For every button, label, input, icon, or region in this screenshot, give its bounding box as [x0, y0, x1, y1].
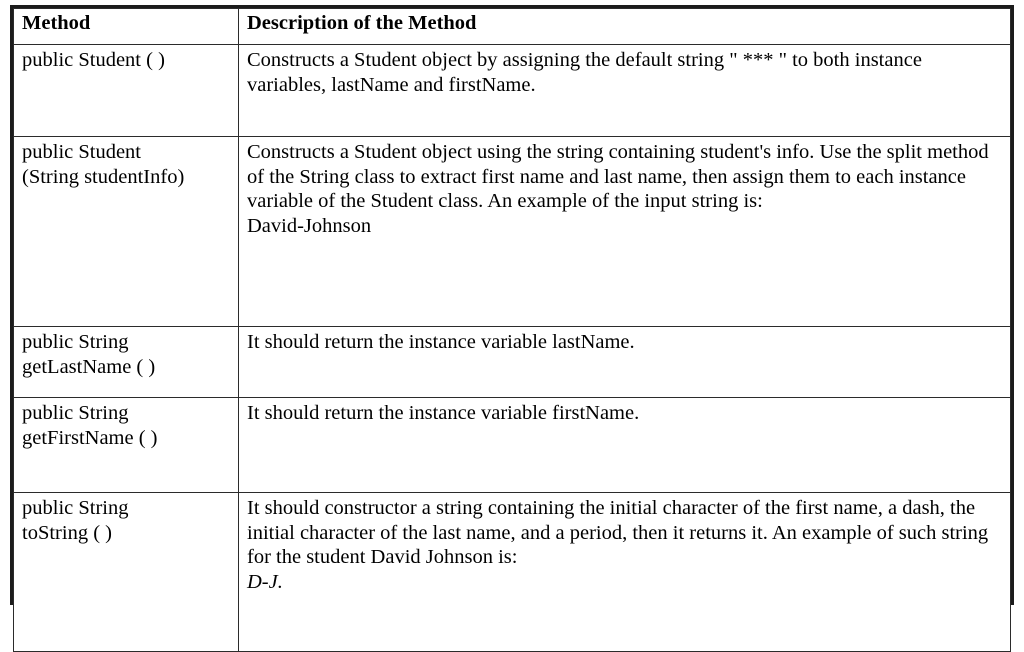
table-row: public Student ( ) Constructs a Student …	[13, 44, 1011, 137]
method-description-cell: Constructs a Student object by assigning…	[238, 44, 1011, 137]
method-signature-cell: public Student (String studentInfo)	[13, 136, 239, 327]
method-signature-cell: public String getLastName ( )	[13, 326, 239, 398]
column-header-description: Description of the Method	[238, 8, 1011, 45]
table-row: public String getFirstName ( ) It should…	[13, 397, 1011, 493]
method-signature-text: public String getFirstName ( )	[22, 402, 158, 449]
method-description-cell: It should return the instance variable l…	[238, 326, 1011, 398]
column-header-method: Method	[13, 8, 239, 45]
method-description-cell: Constructs a Student object using the st…	[238, 136, 1011, 327]
method-signature-text: public String toString ( )	[22, 497, 129, 544]
method-description-text: It should constructor a string containin…	[247, 497, 989, 569]
method-description-text: Constructs a Student object by assigning…	[247, 49, 922, 96]
table-body: public Student ( ) Constructs a Student …	[13, 44, 1011, 652]
table-header-row: Method Description of the Method	[13, 8, 1011, 45]
method-description-table: Method Description of the Method public …	[13, 8, 1011, 652]
method-description-text: It should return the instance variable l…	[247, 331, 635, 353]
method-table-container: Method Description of the Method public …	[10, 5, 1014, 652]
method-signature-cell: public String toString ( )	[13, 492, 239, 652]
method-description-cell: It should return the instance variable f…	[238, 397, 1011, 493]
method-signature-text: public Student (String studentInfo)	[22, 141, 185, 188]
method-signature-cell: public String getFirstName ( )	[13, 397, 239, 493]
table-row: public Student (String studentInfo) Cons…	[13, 136, 1011, 327]
page-root: Method Description of the Method public …	[0, 0, 1024, 652]
method-signature-text: public Student ( )	[22, 49, 165, 71]
method-signature-text: public String getLastName ( )	[22, 331, 156, 378]
method-description-cell: It should constructor a string containin…	[238, 492, 1011, 652]
method-description-example: D-J.	[247, 570, 283, 593]
method-description-text: Constructs a Student object using the st…	[247, 141, 989, 237]
table-header: Method Description of the Method	[13, 8, 1011, 45]
method-signature-cell: public Student ( )	[13, 44, 239, 137]
table-row: public String toString ( ) It should con…	[13, 492, 1011, 652]
method-description-text: It should return the instance variable f…	[247, 402, 640, 424]
table-row: public String getLastName ( ) It should …	[13, 326, 1011, 398]
